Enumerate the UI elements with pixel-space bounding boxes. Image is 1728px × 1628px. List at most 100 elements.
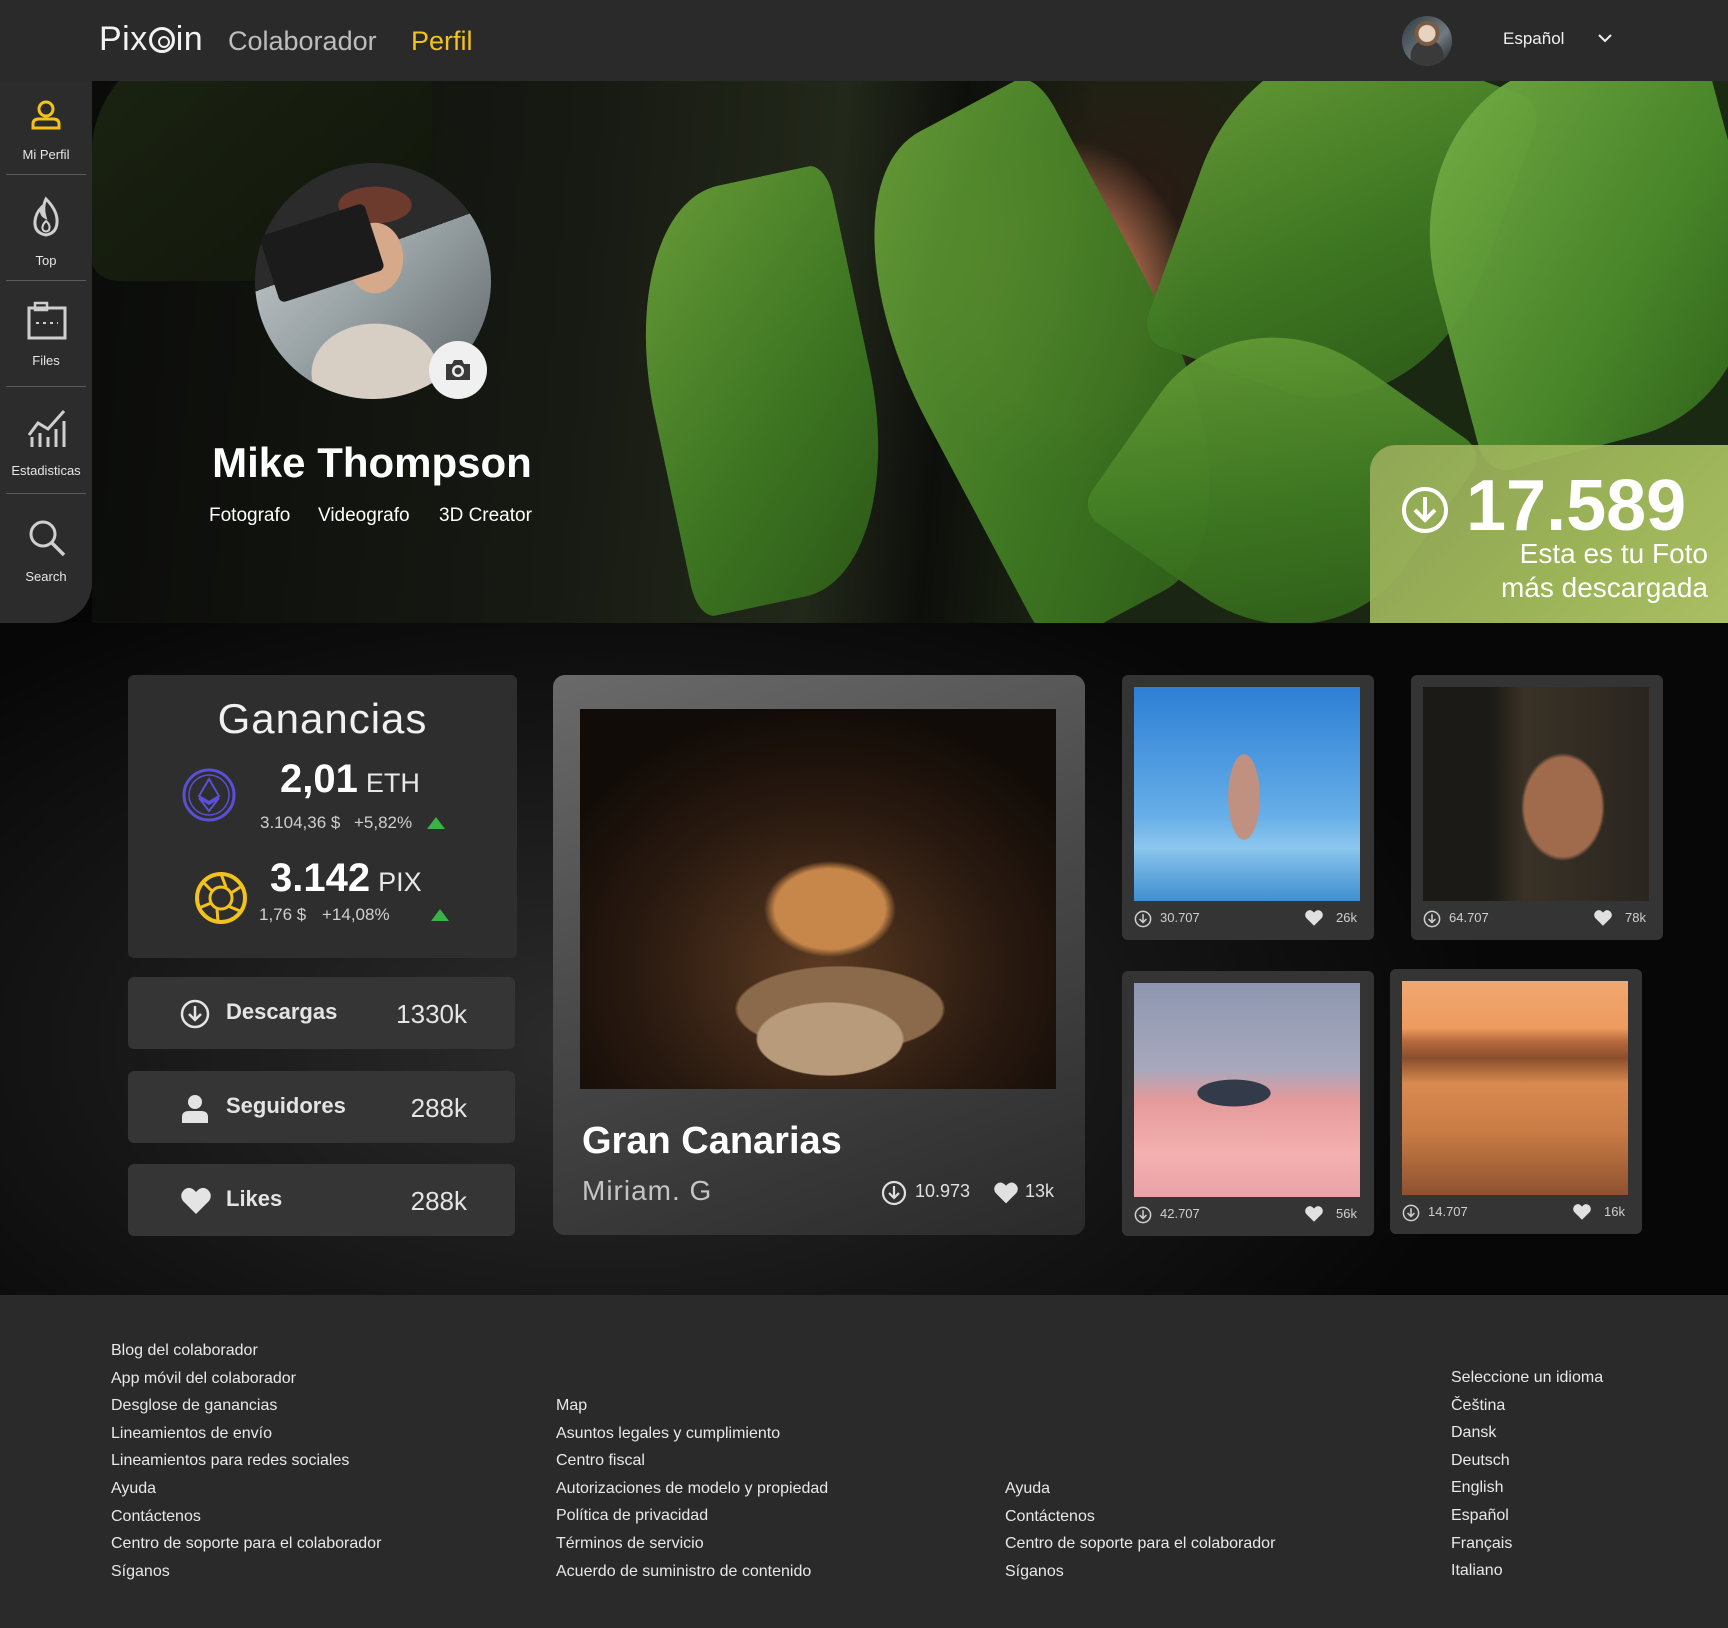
footer-column: Ayuda Contáctenos Centro de soporte para…: [1005, 1475, 1275, 1585]
download-icon: [881, 1180, 907, 1206]
footer-link[interactable]: Centro de soporte para el colaborador: [1005, 1530, 1275, 1558]
thumb-downloads: 30.707: [1160, 910, 1200, 925]
sidebar-item-label: Top: [35, 253, 57, 268]
footer-link[interactable]: Blog del colaborador: [111, 1337, 381, 1365]
heart-icon[interactable]: [1304, 1205, 1324, 1223]
stat-value: 288k: [410, 1186, 467, 1216]
change-photo-button[interactable]: [429, 341, 487, 399]
language-option[interactable]: Čeština: [1451, 1392, 1603, 1420]
photo-thumbnail[interactable]: 64.707 78k: [1411, 675, 1663, 940]
photo[interactable]: [1402, 981, 1628, 1195]
stat-label: Likes: [226, 1186, 283, 1211]
download-icon: [1402, 1204, 1420, 1222]
stats-icon: [27, 410, 66, 447]
footer-link[interactable]: Contáctenos: [111, 1503, 381, 1531]
photo-thumbnail[interactable]: 42.707 56k: [1122, 971, 1374, 1236]
language-select[interactable]: Español: [1503, 29, 1564, 49]
stat-likes[interactable]: Likes 288k: [128, 1164, 515, 1236]
download-icon: [1134, 1206, 1152, 1224]
flame-icon: [33, 196, 59, 237]
sidebar-item-top[interactable]: Top: [0, 187, 92, 293]
divider: [6, 493, 86, 494]
language-option[interactable]: Italiano: [1451, 1557, 1603, 1585]
download-count: 17.589: [1466, 466, 1687, 546]
sidebar-item-estadisticas[interactable]: Estadisticas: [0, 399, 92, 505]
footer-link[interactable]: Ayuda: [1005, 1475, 1275, 1503]
featured-photo[interactable]: [580, 709, 1056, 1089]
pix-change: +14,08%: [322, 905, 390, 924]
featured-author[interactable]: Miriam. G: [582, 1175, 712, 1207]
most-downloaded-card[interactable]: 17.589 Esta es tu Foto más descargada: [1370, 445, 1728, 623]
language-option[interactable]: Français: [1451, 1530, 1603, 1558]
download-icon: [1134, 910, 1152, 928]
footer-link[interactable]: Map: [556, 1392, 828, 1420]
earnings-card: Ganancias 2,01 ETH 3.104,36 $ +5,82% 3.14…: [128, 675, 517, 958]
thumb-likes: 16k: [1604, 1204, 1625, 1219]
footer-link[interactable]: Lineamientos para redes sociales: [111, 1447, 381, 1475]
coin-icon: [148, 27, 175, 53]
language-option[interactable]: Español: [1451, 1502, 1603, 1530]
sidebar: Mi Perfil Top Files Estadisticas Search: [0, 81, 92, 623]
footer-link[interactable]: Política de privacidad: [556, 1502, 828, 1530]
sidebar-item-files[interactable]: Files: [0, 293, 92, 399]
up-arrow-icon: [431, 909, 449, 921]
footer-column: Map Asuntos legales y cumplimiento Centr…: [556, 1392, 828, 1585]
avatar[interactable]: [1402, 16, 1452, 66]
pix-amount: 3.142 PIX: [270, 856, 422, 900]
language-option[interactable]: Deutsch: [1451, 1447, 1603, 1475]
stat-followers[interactable]: Seguidores 288k: [128, 1071, 515, 1143]
footer-link[interactable]: Acuerdo de suministro de contenido: [556, 1558, 828, 1586]
stat-downloads[interactable]: Descargas 1330k: [128, 977, 515, 1049]
divider: [6, 174, 86, 175]
download-icon: [180, 999, 210, 1029]
role-tag: 3D Creator: [439, 505, 532, 526]
footer-link[interactable]: Desglose de ganancias: [111, 1392, 381, 1420]
stat-value: 1330k: [396, 999, 467, 1029]
featured-photo-card[interactable]: Gran Canarias Miriam. G 10.973 13k: [553, 675, 1085, 1235]
footer-link[interactable]: App móvil del colaborador: [111, 1365, 381, 1393]
thumb-likes: 56k: [1336, 1206, 1357, 1221]
footer-link[interactable]: Síganos: [111, 1558, 381, 1586]
featured-title: Gran Canarias: [582, 1120, 842, 1162]
language-option[interactable]: Dansk: [1451, 1419, 1603, 1447]
heart-icon[interactable]: [1593, 909, 1613, 927]
sidebar-item-mi-perfil[interactable]: Mi Perfil: [0, 81, 92, 187]
footer-link[interactable]: Síganos: [1005, 1558, 1275, 1586]
ethereum-icon: [182, 768, 236, 822]
footer-link[interactable]: Autorizaciones de modelo y propiedad: [556, 1475, 828, 1503]
thumb-likes: 26k: [1336, 910, 1357, 925]
section-title: Colaborador: [228, 26, 377, 56]
profile-name: Mike Thompson: [212, 439, 532, 486]
photo[interactable]: [1423, 687, 1649, 901]
footer-link[interactable]: Lineamientos de envío: [111, 1420, 381, 1448]
footer-link[interactable]: Asuntos legales y cumplimiento: [556, 1420, 828, 1448]
stat-value: 288k: [410, 1093, 467, 1123]
sidebar-item-search[interactable]: Search: [0, 505, 92, 611]
heart-icon[interactable]: [993, 1181, 1019, 1205]
heart-icon[interactable]: [1572, 1203, 1592, 1221]
page-title[interactable]: Perfil: [411, 26, 473, 57]
footer-link[interactable]: Ayuda: [111, 1475, 381, 1503]
eth-usd: 3.104,36 $: [260, 813, 341, 832]
chevron-down-icon[interactable]: [1598, 31, 1612, 45]
language-option[interactable]: English: [1451, 1474, 1603, 1502]
files-icon: [27, 301, 67, 340]
download-icon: [1402, 487, 1448, 533]
footer-link[interactable]: Centro de soporte para el colaborador: [111, 1530, 381, 1558]
brand-logo[interactable]: Pix in: [99, 20, 203, 59]
earnings-title: Ganancias: [217, 695, 428, 742]
photo[interactable]: [1134, 983, 1360, 1197]
footer-link[interactable]: Centro fiscal: [556, 1447, 828, 1475]
photo[interactable]: [1134, 687, 1360, 901]
footer-link[interactable]: Términos de servicio: [556, 1530, 828, 1558]
divider: [6, 386, 86, 387]
footer-link[interactable]: Contáctenos: [1005, 1503, 1275, 1531]
thumb-downloads: 42.707: [1160, 1206, 1200, 1221]
featured-downloads: 10.973: [915, 1181, 971, 1201]
download-icon: [1423, 910, 1441, 928]
heart-icon[interactable]: [1304, 909, 1324, 927]
role-tag: Videografo: [318, 505, 410, 526]
top-bar: Pix in Colaborador Perfil Español: [0, 0, 1728, 81]
photo-thumbnail[interactable]: 14.707 16k: [1390, 969, 1642, 1234]
photo-thumbnail[interactable]: 30.707 26k: [1122, 675, 1374, 940]
